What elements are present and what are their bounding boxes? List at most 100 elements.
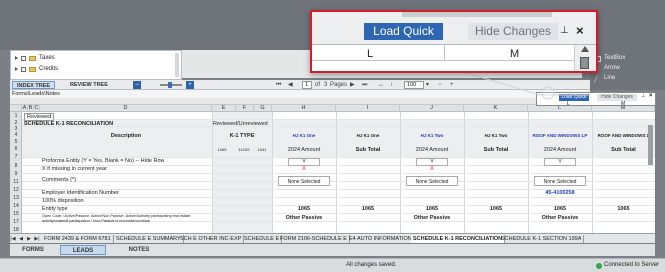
close-icon[interactable]: ×	[649, 93, 653, 99]
zoom-slider-handle[interactable]	[168, 82, 172, 88]
vertical-scrollbar[interactable]	[574, 45, 596, 71]
textbox-tool[interactable]: TextBox	[604, 55, 625, 61]
col-header[interactable]: F	[236, 105, 254, 112]
sheet-tab[interactable]: SCH E OTHER INC-EXP	[178, 235, 245, 243]
sheet-tab[interactable]: E4 AUTO INFORMATION	[347, 235, 415, 243]
sheet-tab-active[interactable]: SCHEDULE K-1 RECONCILIATION	[411, 235, 506, 243]
sheet-tab[interactable]: FORM 2439 & FORM 6781	[42, 235, 114, 243]
row-header-column: 1 2 3 4 5 6 7 8 9 11 12 13 14 15 17 18	[10, 112, 22, 233]
tab-index-tree[interactable]: INDEX TREE	[12, 81, 56, 89]
row-number[interactable]: 6	[10, 146, 22, 152]
row-number[interactable]: 14	[10, 203, 22, 209]
entity-type-value[interactable]: 1065	[464, 206, 528, 212]
entity-col-name: HJ K1 Two	[420, 133, 444, 138]
missing-value[interactable]: X	[400, 166, 464, 172]
first-page-icon[interactable]: ⏮	[276, 81, 281, 89]
scroll-thumb[interactable]	[580, 57, 589, 69]
hide-changes-button[interactable]: Hide Changes	[597, 94, 637, 101]
last-sheet-icon[interactable]: ▶|	[34, 235, 40, 243]
zoom-out-button[interactable]: −	[133, 81, 141, 89]
prev-sheet-icon[interactable]: ◀	[18, 235, 24, 243]
col-header[interactable]: K	[464, 105, 528, 112]
expand-icon[interactable]	[15, 56, 18, 60]
tab-forms[interactable]: FORMS	[10, 245, 56, 255]
next-page-icon[interactable]: ▶	[350, 81, 355, 89]
load-quick-button[interactable]: Load Quick	[364, 23, 443, 40]
row-number[interactable]: 5	[10, 139, 22, 145]
first-sheet-icon[interactable]: |◀	[10, 235, 16, 243]
sheet-tab[interactable]: SCHEDULE E	[242, 235, 283, 243]
row-number[interactable]: 13	[10, 195, 22, 201]
proforma-value[interactable]: Y	[288, 158, 320, 166]
prev-page-icon[interactable]: ◀	[288, 81, 293, 89]
pin-icon[interactable]: ⊥	[560, 25, 569, 36]
horizontal-scroll-track[interactable]	[402, 12, 552, 17]
row-number[interactable]: 8	[10, 163, 22, 169]
row-number[interactable]: 7	[10, 154, 22, 160]
passive-value[interactable]: Other Passive	[528, 215, 592, 221]
entity-type-value[interactable]: 1065	[336, 206, 400, 212]
tree-scrollbar[interactable]	[175, 53, 179, 77]
description-header: Description	[110, 133, 142, 139]
missing-value[interactable]: X	[272, 166, 336, 172]
scroll-up-icon[interactable]	[581, 46, 589, 52]
hide-changes-button[interactable]: Hide Changes	[468, 23, 558, 40]
col-header[interactable]: H	[272, 105, 336, 112]
zoom-dropdown-icon[interactable]: ▾	[426, 81, 429, 89]
comments-select[interactable]: None Selected	[406, 176, 458, 186]
sheet-tab[interactable]: FORM 2106-SCHEDULE E	[278, 235, 350, 243]
col-header[interactable]: G	[254, 105, 272, 112]
row-number[interactable]: 1	[10, 113, 22, 119]
spreadsheet[interactable]: A B C D E F G H I J K L M 1 2 3 4 5 6 7 …	[10, 105, 655, 233]
col-header[interactable]: J	[400, 105, 464, 112]
row-number[interactable]: 4	[10, 132, 22, 138]
ein-value[interactable]: 45-4100258	[528, 190, 592, 196]
row-number[interactable]: 11	[10, 179, 22, 185]
row-number[interactable]: 15	[10, 211, 22, 217]
row-number[interactable]: 9	[10, 171, 22, 177]
passive-value[interactable]: Other Passive	[272, 215, 336, 221]
row-number[interactable]: 17	[10, 219, 22, 225]
col-header[interactable]: L	[528, 105, 592, 112]
passive-value[interactable]: Other Passive	[400, 215, 464, 221]
next-sheet-icon[interactable]: ▶	[26, 235, 32, 243]
col-header[interactable]: E	[212, 105, 236, 112]
sheet-tab[interactable]: SCHEDULE E SUMMARY	[114, 235, 184, 243]
expand-icon[interactable]	[15, 67, 18, 71]
sheet-tab[interactable]: SCHEDULE K-1 SECTION 199A	[499, 235, 585, 243]
last-page-icon[interactable]: ⏭	[362, 81, 367, 89]
proforma-value[interactable]: Y	[416, 158, 448, 166]
tree-item-taxes[interactable]: Taxes	[15, 53, 55, 63]
comments-select[interactable]: None Selected	[534, 176, 586, 186]
tab-leads[interactable]: LEADS	[60, 245, 106, 255]
zoom-select[interactable]: 100	[404, 81, 424, 89]
fit-width-icon[interactable]: ↔	[378, 81, 384, 89]
callout-toolbar: Load Quick Hide Changes ⊥ ×	[312, 12, 596, 44]
fit-height-icon[interactable]: ↕	[390, 81, 393, 89]
entity-type-value[interactable]: 1065	[400, 206, 464, 212]
tree-item-credits[interactable]: Credits	[15, 64, 58, 74]
entity-type-value[interactable]: 1065	[272, 206, 336, 212]
k1-type-sub: 1120S	[238, 147, 250, 152]
comments-select[interactable]: None Selected	[278, 176, 330, 186]
tab-notes[interactable]: NOTES	[116, 245, 162, 255]
close-icon[interactable]: ×	[576, 23, 584, 38]
col-header[interactable]: I	[336, 105, 400, 112]
arrow-tool[interactable]: Arrow	[604, 65, 620, 71]
row-number[interactable]: 12	[10, 187, 22, 193]
annotation-tools: TextBox ↗ Arrow ╱ Line	[590, 50, 665, 90]
entity-type-value[interactable]: 1065	[528, 206, 592, 212]
entity-type-value[interactable]: 1065	[592, 206, 655, 212]
pin-icon[interactable]: ⊥	[641, 93, 645, 99]
tab-review-tree[interactable]: REVIEW TREE	[66, 81, 112, 89]
checkbox[interactable]	[21, 66, 26, 72]
checkbox[interactable]	[21, 55, 26, 61]
corner-cell[interactable]	[10, 105, 22, 112]
reviewed-cell[interactable]: Reviewed	[24, 113, 55, 121]
proforma-value[interactable]: Y	[544, 158, 576, 166]
page-number-input[interactable]: 1	[302, 81, 312, 89]
zoom-in-button[interactable]: +	[186, 81, 194, 89]
line-tool[interactable]: Line	[604, 75, 615, 81]
col-header[interactable]: D	[40, 105, 212, 112]
sheet-vertical-scrollbar[interactable]	[648, 125, 653, 165]
